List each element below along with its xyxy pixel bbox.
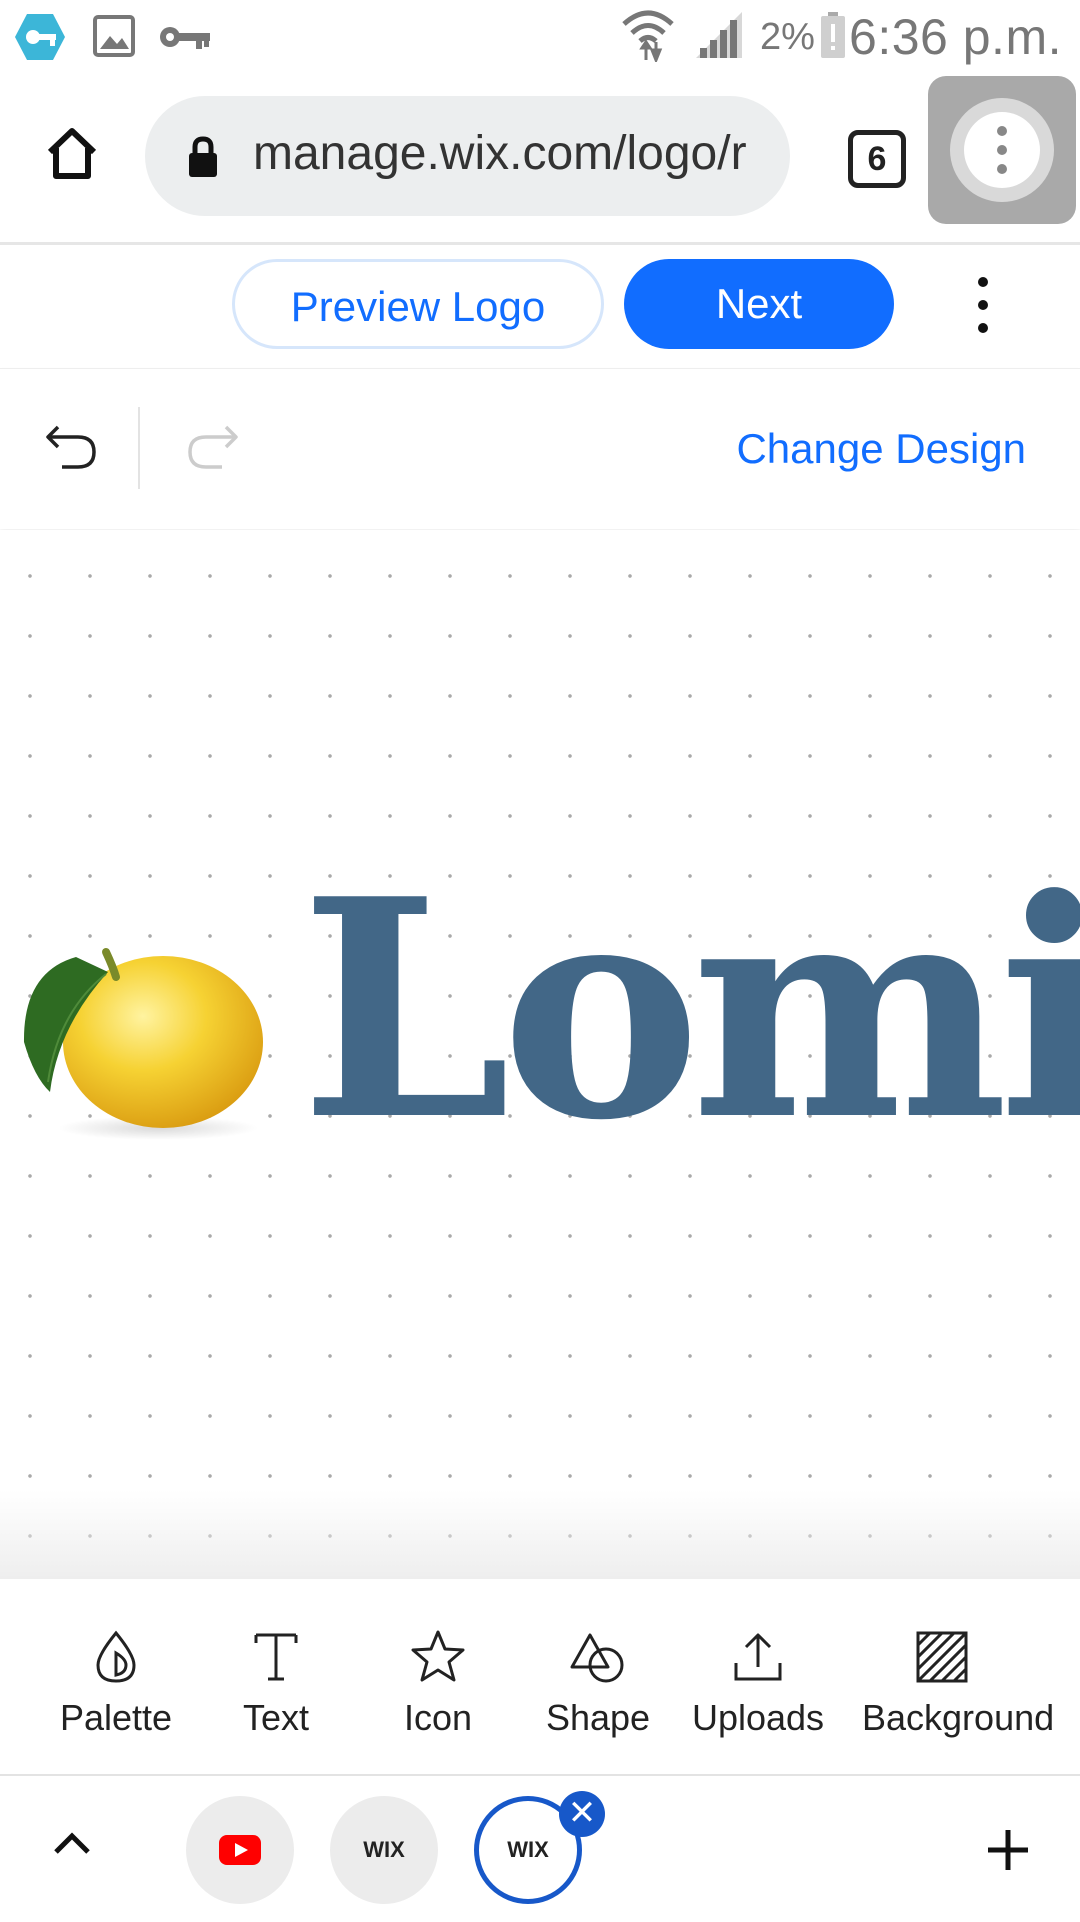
design-tools-bar: Palette Text Icon Shape Uploads Backgrou… — [0, 1578, 1080, 1775]
next-button[interactable]: Next — [624, 259, 894, 349]
tool-label: Uploads — [691, 1697, 825, 1738]
preview-logo-button[interactable]: Preview Logo — [232, 259, 604, 349]
battery-percent: 2% — [760, 16, 815, 58]
address-bar[interactable]: manage.wix.com/logo/r — [145, 96, 790, 216]
lock-icon — [187, 136, 219, 178]
image-icon — [92, 14, 136, 58]
star-icon — [408, 1627, 468, 1687]
browser-tab-bar: WIX WIX ✕ — [0, 1774, 1080, 1922]
tab-switcher-button[interactable]: 6 — [848, 130, 906, 188]
key-icon — [158, 22, 212, 52]
tab-wix-active[interactable]: WIX ✕ — [474, 1791, 605, 1904]
text-icon — [246, 1627, 306, 1687]
tool-palette[interactable]: Palette — [36, 1579, 196, 1775]
battery-alert-icon — [820, 12, 846, 58]
tab-youtube[interactable] — [186, 1796, 294, 1904]
vpn-key-icon — [14, 12, 66, 62]
upload-icon — [728, 1627, 788, 1687]
tab-label: WIX — [507, 1837, 549, 1862]
logo-maker-header: Preview Logo Next — [0, 245, 1080, 365]
new-tab-icon[interactable] — [986, 1828, 1030, 1872]
browser-menu-button[interactable] — [928, 76, 1076, 224]
wifi-icon — [620, 8, 676, 65]
tool-icon[interactable]: Icon — [358, 1579, 518, 1775]
tool-label: Palette — [59, 1697, 173, 1738]
home-icon[interactable] — [44, 126, 100, 182]
browser-toolbar: manage.wix.com/logo/r 6 — [0, 74, 1080, 245]
chevron-up-icon[interactable] — [50, 1828, 94, 1858]
tool-label: Background — [862, 1697, 1055, 1738]
lemon-image[interactable] — [18, 932, 268, 1142]
tab-wix[interactable]: WIX — [330, 1796, 438, 1904]
youtube-icon — [219, 1835, 261, 1865]
tool-background[interactable]: Background — [862, 1579, 1055, 1775]
tool-text[interactable]: Text — [196, 1579, 356, 1775]
clock: 6:36 p.m. — [849, 9, 1062, 65]
canvas-fade — [0, 1490, 1080, 1580]
shape-icon — [568, 1627, 628, 1687]
change-design-link[interactable]: Change Design — [736, 425, 1026, 473]
logo-text[interactable]: Lomi — [300, 860, 1080, 1160]
signal-icon — [694, 10, 744, 60]
url-text: manage.wix.com/logo/r — [253, 127, 747, 180]
divider — [138, 407, 140, 489]
tool-label: Shape — [545, 1697, 651, 1738]
tool-label: Text — [242, 1697, 310, 1738]
menu-highlight — [950, 98, 1054, 202]
redo-icon[interactable] — [186, 421, 240, 475]
edit-toolbar: Change Design — [0, 368, 1080, 529]
tool-uploads[interactable]: Uploads — [678, 1579, 838, 1775]
close-tab-icon[interactable]: ✕ — [559, 1791, 605, 1837]
tool-shape[interactable]: Shape — [518, 1579, 678, 1775]
background-hatch-icon — [912, 1627, 972, 1687]
palette-drop-icon — [86, 1627, 146, 1687]
tool-label: Icon — [403, 1697, 473, 1738]
logo-canvas[interactable]: Lomi — [0, 530, 1080, 1580]
status-bar: 2% 6:36 p.m. — [0, 0, 1080, 74]
more-options-icon[interactable] — [968, 275, 998, 335]
more-vert-icon — [964, 112, 1040, 188]
undo-icon[interactable] — [44, 421, 98, 475]
